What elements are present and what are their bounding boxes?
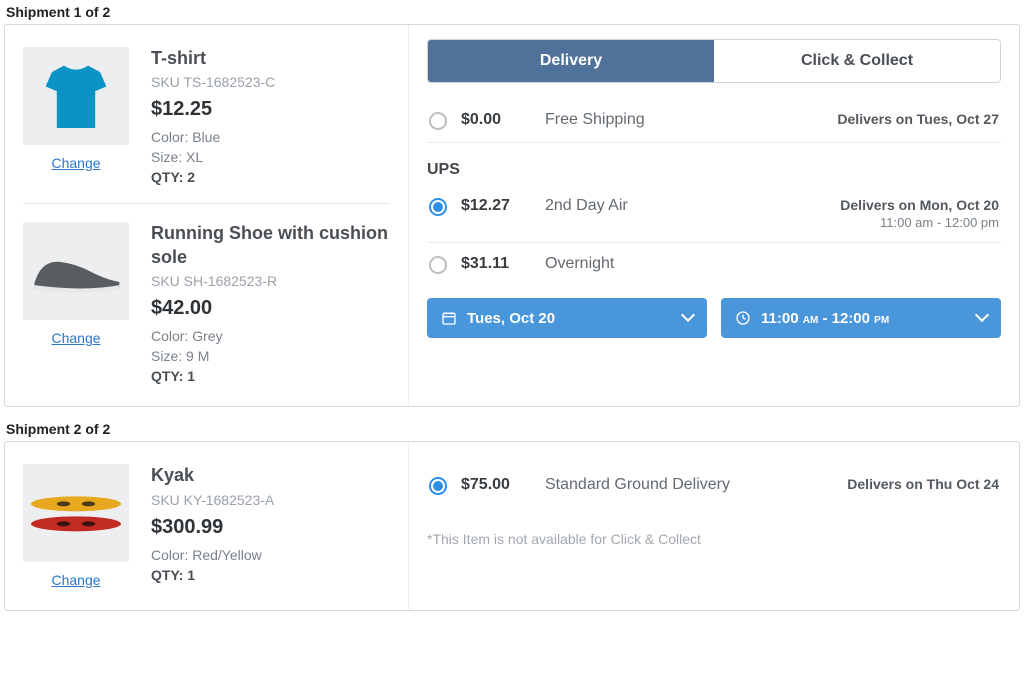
option-price: $0.00: [461, 111, 531, 129]
thumb-col: Change: [23, 47, 129, 185]
product-thumbnail-shoe: [23, 222, 129, 320]
date-picker[interactable]: Tues, Oct 20: [427, 298, 707, 338]
option-price: $75.00: [461, 476, 531, 494]
time-value: 11:00 AM - 12:00 PM: [761, 310, 889, 327]
item-list: Change Kyak SKU KY-1682523-A $300.99 Col…: [5, 442, 409, 610]
shipping-option[interactable]: $12.27 2nd Day Air Delivers on Mon, Oct …: [427, 185, 1001, 243]
line-item: Change Kyak SKU KY-1682523-A $300.99 Col…: [23, 456, 390, 606]
chevron-down-icon: [975, 308, 989, 322]
item-list: Change T-shirt SKU TS-1682523-C $12.25 C…: [5, 25, 409, 406]
shipment-label: Shipment 2 of 2: [0, 417, 1024, 441]
change-link[interactable]: Change: [51, 155, 100, 171]
kayak-icon: [26, 478, 126, 548]
change-link[interactable]: Change: [51, 330, 100, 346]
shipping-option[interactable]: $0.00 Free Shipping Delivers on Tues, Oc…: [427, 99, 1001, 143]
change-link[interactable]: Change: [51, 572, 100, 588]
item-body: Running Shoe with cushion sole SKU SH-16…: [151, 222, 390, 384]
item-price: $12.25: [151, 98, 390, 121]
item-title: Running Shoe with cushion sole: [151, 222, 390, 269]
shoe-icon: [26, 241, 126, 301]
time-picker[interactable]: 11:00 AM - 12:00 PM: [721, 298, 1001, 338]
thumb-col: Change: [23, 464, 129, 588]
collect-unavailable-note: *This Item is not available for Click & …: [427, 531, 1001, 547]
calendar-icon: [441, 310, 457, 326]
option-name: 2nd Day Air: [545, 197, 826, 215]
item-body: T-shirt SKU TS-1682523-C $12.25 Color: B…: [151, 47, 390, 185]
shipping-option[interactable]: $31.11 Overnight: [427, 243, 1001, 286]
item-size: Size: 9 M: [151, 348, 390, 364]
item-color: Color: Red/Yellow: [151, 547, 390, 563]
item-sku: SKU KY-1682523-A: [151, 492, 390, 508]
thumb-col: Change: [23, 222, 129, 384]
option-delivers: Delivers on Thu Oct 24: [847, 476, 999, 492]
item-qty: QTY: 1: [151, 368, 390, 384]
tab-click-collect[interactable]: Click & Collect: [714, 40, 1000, 82]
tabs: Delivery Click & Collect: [427, 39, 1001, 83]
option-delivers: Delivers on Mon, Oct 20 11:00 am - 12:00…: [840, 197, 999, 230]
radio-unselected[interactable]: [429, 112, 447, 130]
radio-unselected[interactable]: [429, 256, 447, 274]
item-color: Color: Blue: [151, 129, 390, 145]
option-price: $31.11: [461, 255, 531, 273]
radio-selected[interactable]: [429, 477, 447, 495]
product-thumbnail-tshirt: [23, 47, 129, 145]
line-item: Change Running Shoe with cushion sole SK…: [23, 203, 390, 402]
shipping-options: $75.00 Standard Ground Delivery Delivers…: [409, 442, 1019, 610]
date-value: Tues, Oct 20: [467, 310, 555, 327]
item-title: T-shirt: [151, 47, 390, 70]
option-name: Standard Ground Delivery: [545, 476, 833, 494]
pickers: Tues, Oct 20 11:00 AM - 12:00 PM: [427, 298, 1001, 338]
option-name: Free Shipping: [545, 111, 823, 129]
item-price: $300.99: [151, 516, 390, 539]
item-color: Color: Grey: [151, 328, 390, 344]
shipping-options: Delivery Click & Collect $0.00 Free Ship…: [409, 25, 1019, 406]
tab-delivery[interactable]: Delivery: [428, 40, 714, 82]
shipping-option[interactable]: $75.00 Standard Ground Delivery Delivers…: [427, 456, 1001, 507]
option-delivers: Delivers on Tues, Oct 27: [837, 111, 999, 127]
item-title: Kyak: [151, 464, 390, 487]
item-price: $42.00: [151, 297, 390, 320]
item-sku: SKU SH-1682523-R: [151, 273, 390, 289]
option-delivers-sub: 11:00 am - 12:00 pm: [840, 215, 999, 230]
item-body: Kyak SKU KY-1682523-A $300.99 Color: Red…: [151, 464, 390, 588]
option-delivers-main: Delivers on Mon, Oct 20: [840, 197, 999, 213]
option-price: $12.27: [461, 197, 531, 215]
item-qty: QTY: 1: [151, 567, 390, 583]
product-thumbnail-kayak: [23, 464, 129, 562]
item-sku: SKU TS-1682523-C: [151, 74, 390, 90]
radio-selected[interactable]: [429, 198, 447, 216]
line-item: Change T-shirt SKU TS-1682523-C $12.25 C…: [23, 39, 390, 203]
shipment-label: Shipment 1 of 2: [0, 0, 1024, 24]
shipment-panel: Change Kyak SKU KY-1682523-A $300.99 Col…: [4, 441, 1020, 611]
shipment-panel: Change T-shirt SKU TS-1682523-C $12.25 C…: [4, 24, 1020, 407]
carrier-header: UPS: [427, 161, 1001, 179]
chevron-down-icon: [681, 308, 695, 322]
item-size: Size: XL: [151, 149, 390, 165]
clock-icon: [735, 310, 751, 326]
item-qty: QTY: 2: [151, 169, 390, 185]
option-name: Overnight: [545, 255, 985, 273]
tshirt-icon: [36, 56, 116, 136]
